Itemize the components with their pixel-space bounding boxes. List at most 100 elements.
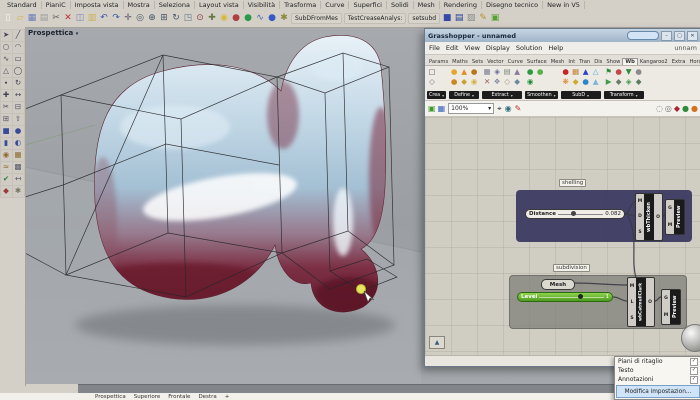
- popup-menu-item[interactable]: Annotazioni ✓: [615, 375, 700, 384]
- green-package-icon[interactable]: ▣: [489, 12, 501, 25]
- solver-icon[interactable]: ●: [691, 105, 698, 113]
- input-ports[interactable]: M L S: [628, 278, 636, 326]
- wb-carpet-icon[interactable]: ✕: [484, 78, 490, 86]
- toolbar-tab[interactable]: Trasforma: [280, 1, 321, 9]
- ribbon-group-label[interactable]: Smoothen▾: [525, 91, 558, 99]
- wb-loop-icon[interactable]: ❋: [562, 78, 568, 86]
- wb-edges-icon[interactable]: ●: [451, 78, 458, 86]
- options-icon[interactable]: ✱: [12, 185, 25, 198]
- checkbox-checked-icon[interactable]: ✓: [690, 358, 698, 366]
- input-ports[interactable]: M D S: [636, 194, 644, 240]
- wb-triangulate-icon[interactable]: ▲: [514, 68, 520, 76]
- viewport-title[interactable]: Prospettica ▾: [28, 29, 78, 37]
- toolbar-command-button[interactable]: TestCreaseAnalys:: [344, 13, 406, 24]
- wb-mirror-icon[interactable]: ◈: [626, 78, 632, 86]
- undo-icon[interactable]: ↶: [98, 12, 110, 25]
- preview-eye-icon[interactable]: ◉: [505, 105, 512, 113]
- component-tab[interactable]: Vector: [485, 59, 506, 65]
- grasshopper-titlebar[interactable]: Grasshopper - unnamed – ▢ ✕: [425, 29, 700, 42]
- preview-custom-icon[interactable]: ●: [682, 105, 689, 113]
- toolbar-command-button[interactable]: SubDFromMes: [291, 13, 342, 24]
- group-label-shelling[interactable]: shelling: [559, 179, 586, 187]
- wb-sierpinsky-icon[interactable]: ◆: [573, 78, 579, 86]
- notebook-icon[interactable]: ▤: [453, 12, 465, 25]
- ribbon-group-label[interactable]: Crea▾: [427, 91, 446, 99]
- wb-laplacian-hc-icon[interactable]: ◉: [527, 78, 534, 86]
- cplane-icon[interactable]: ◳: [182, 12, 194, 25]
- wb-mesh-plane-icon[interactable]: ◇: [429, 78, 435, 86]
- sphere-tool-icon[interactable]: ●: [266, 12, 278, 25]
- component-preview-shelling[interactable]: G M Preview: [665, 199, 685, 235]
- wb-bevel-icon[interactable]: ⚑: [605, 68, 612, 76]
- toolbar-tab[interactable]: Superfici: [349, 1, 387, 9]
- viewport-tab[interactable]: +: [225, 394, 230, 400]
- component-tab[interactable]: Extra: [670, 59, 688, 65]
- slider-rail[interactable]: [539, 297, 603, 298]
- viewport-tab[interactable]: Destra: [198, 394, 216, 400]
- input-ports[interactable]: G M: [666, 200, 674, 234]
- subd-model[interactable]: [75, 35, 393, 315]
- toolbar-tab[interactable]: Visibilità: [244, 1, 280, 9]
- osnap-icon[interactable]: ⊙: [194, 12, 206, 25]
- mesh-gray-icon[interactable]: ▨: [465, 12, 477, 25]
- wb-window-icon[interactable]: ▤: [504, 68, 511, 76]
- save-definition-icon[interactable]: ▦: [438, 105, 446, 113]
- wb-orient-icon[interactable]: ◉: [471, 78, 478, 86]
- lamp-icon[interactable]: ◉: [218, 12, 230, 25]
- component-tab[interactable]: Dis: [592, 59, 604, 65]
- ribbon-group-label[interactable]: SubD▾: [561, 91, 601, 99]
- wb-extrude-icon[interactable]: ▶: [606, 78, 612, 86]
- render-icon[interactable]: ●: [230, 12, 242, 25]
- group-label-subdivision[interactable]: subdivision: [553, 264, 590, 272]
- blue-cube-icon[interactable]: ■: [441, 12, 453, 25]
- toolbar-tab[interactable]: Mostra: [124, 1, 155, 9]
- pencil-edit-icon[interactable]: ✎: [477, 12, 489, 25]
- viewport-tab[interactable]: Prospettica: [95, 394, 126, 400]
- checkbox-checked-icon[interactable]: ✓: [690, 376, 698, 384]
- output-ports[interactable]: O: [646, 278, 654, 326]
- ribbon-group-label[interactable]: Extract▾: [482, 91, 522, 99]
- wb-faces-icon[interactable]: ▲: [461, 68, 467, 76]
- slider-knob[interactable]: [571, 211, 576, 216]
- zoom-target-icon[interactable]: ⌖: [497, 105, 502, 113]
- save-file-icon[interactable]: ▦: [26, 12, 38, 25]
- wb-vertices-icon[interactable]: ●: [451, 68, 458, 76]
- minimize-button[interactable]: –: [661, 31, 672, 41]
- zoom-window-icon[interactable]: ⊕: [146, 12, 158, 25]
- print-icon[interactable]: ▤: [38, 12, 50, 25]
- ribbon-group-label[interactable]: Define▾: [449, 91, 479, 99]
- menu-file[interactable]: File: [429, 44, 440, 52]
- pan-icon[interactable]: ✛: [122, 12, 134, 25]
- toolbar-command-button[interactable]: setsubd: [408, 13, 440, 24]
- wb-mesh-cube-icon[interactable]: ▢: [428, 68, 435, 76]
- open-file-icon[interactable]: ▱: [14, 12, 26, 25]
- zoom-level-select[interactable]: 100% ▾: [448, 103, 494, 114]
- component-tab[interactable]: Maths: [450, 59, 470, 65]
- toolbar-tab[interactable]: PianiC: [42, 1, 71, 9]
- popup-menu-item[interactable]: Piani di ritaglio ✓: [615, 357, 700, 366]
- popup-menu-item[interactable]: Testo ✓: [615, 366, 700, 375]
- sketch-tool-icon[interactable]: ✎: [515, 105, 522, 113]
- wb-constant-quads-icon[interactable]: △: [593, 68, 599, 76]
- move-icon[interactable]: ✚: [206, 12, 218, 25]
- component-tab[interactable]: Tran: [577, 59, 592, 65]
- copy-icon[interactable]: ◫: [74, 12, 86, 25]
- menu-display[interactable]: Display: [486, 44, 510, 52]
- component-tab[interactable]: Curve: [506, 59, 525, 65]
- wb-pframes-icon[interactable]: ◆: [616, 78, 622, 86]
- wb-split-quads-icon[interactable]: ●: [582, 78, 589, 86]
- viewport-tab[interactable]: Superiore: [134, 394, 161, 400]
- menu-edit[interactable]: Edit: [446, 44, 459, 52]
- wb-laplacian-icon[interactable]: ●: [527, 68, 534, 76]
- wb-transform-icon[interactable]: ●: [635, 68, 642, 76]
- close-button[interactable]: ✕: [687, 31, 698, 41]
- delete-icon[interactable]: ✕: [62, 12, 74, 25]
- component-tab[interactable]: Kangaroo2: [638, 59, 670, 65]
- wb-thicken-icon[interactable]: ●: [615, 68, 622, 76]
- redo-icon[interactable]: ↷: [110, 12, 122, 25]
- settings-icon[interactable]: ✱: [278, 12, 290, 25]
- cut-icon[interactable]: ✂: [50, 12, 62, 25]
- toolbar-tab[interactable]: Imposta vista: [71, 1, 124, 9]
- component-tab[interactable]: Params: [427, 59, 450, 65]
- component-wbcatmullclark[interactable]: M L S wbCatmullClark O: [627, 277, 655, 327]
